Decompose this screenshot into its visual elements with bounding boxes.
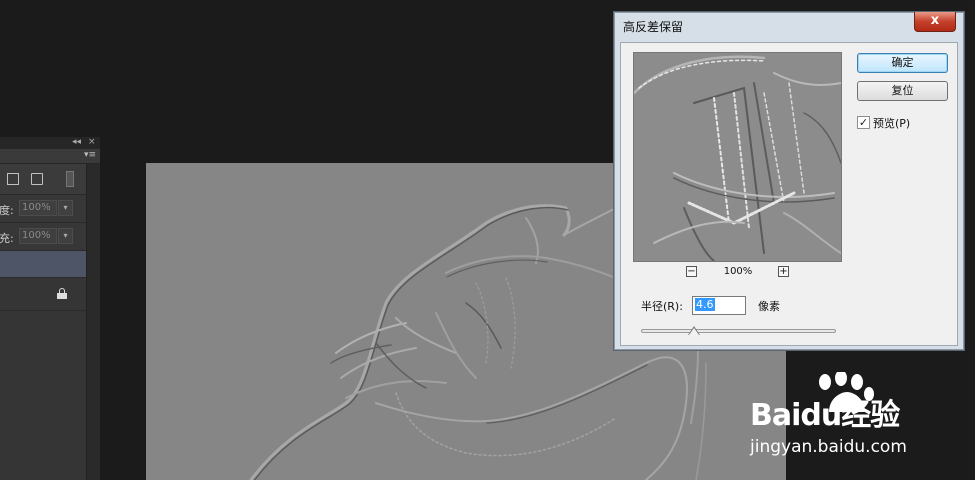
chevron-down-icon[interactable]: ▾ [58,228,73,244]
fill-field[interactable]: 100% [19,228,57,244]
layer-row-background[interactable] [0,278,86,311]
lock-icon [57,288,67,299]
opacity-row: 度: 100% ▾ [0,195,86,223]
dialog-titlebar[interactable]: 高反差保留 x [614,12,964,42]
radius-input[interactable]: 4.6 [692,296,746,315]
opacity-label: 度: [0,204,14,217]
layer-row-selected[interactable] [0,251,86,278]
chevron-down-icon[interactable]: ▾ [58,200,73,216]
layer-tools-row [0,164,86,195]
fill-label: 充: [0,232,14,245]
zoom-out-button[interactable]: − [686,266,697,277]
radius-label: 半径(R): [641,300,683,313]
toggle-icon[interactable] [66,171,74,187]
layers-panel: ◂◂ × ▾≡ 度: 100% ▾ 充: 100% ▾ [0,137,100,480]
preview-checkbox-label: 预览(P) [873,117,911,130]
fill-row: 充: 100% ▾ [0,223,86,251]
radius-value: 4.6 [695,298,715,311]
document-icon[interactable] [31,173,43,185]
double-chevron-icon[interactable]: ◂◂ [72,136,81,148]
radius-unit: 像素 [758,300,780,313]
panel-scrollbar[interactable] [86,164,100,480]
reset-button[interactable]: 复位 [857,81,948,101]
filter-preview[interactable] [633,52,842,262]
panel-menu-icon[interactable]: ▾≡ [84,150,96,160]
preview-image [634,53,841,261]
watermark-url: jingyan.baidu.com [750,437,907,457]
watermark-logo-text: Baidu经验 [750,398,900,433]
ok-button[interactable]: 确定 [857,53,948,73]
zoom-level: 100% [723,266,753,277]
panel-titlebar: ◂◂ × [0,137,100,149]
opacity-field[interactable]: 100% [19,200,57,216]
close-button[interactable]: x [914,12,956,32]
high-pass-dialog: 高反差保留 x − 100% + 确定 复位 ✓ 预览(P) 半径(R): 4.… [613,11,965,351]
panel-menu-row: ▾≡ [0,149,100,164]
radius-slider-track[interactable] [641,329,836,333]
panel-close-button[interactable]: × [88,136,96,148]
dialog-body: − 100% + 确定 复位 ✓ 预览(P) 半径(R): 4.6 像素 [620,42,958,346]
panel-body: 度: 100% ▾ 充: 100% ▾ [0,164,86,480]
transform-icon[interactable] [7,173,19,185]
dialog-title: 高反差保留 [623,20,684,34]
baidu-watermark: Baidu经验 jingyan.baidu.com [745,372,955,462]
radius-slider-thumb[interactable] [687,326,700,335]
preview-checkbox[interactable]: ✓ [857,116,870,129]
zoom-in-button[interactable]: + [778,266,789,277]
